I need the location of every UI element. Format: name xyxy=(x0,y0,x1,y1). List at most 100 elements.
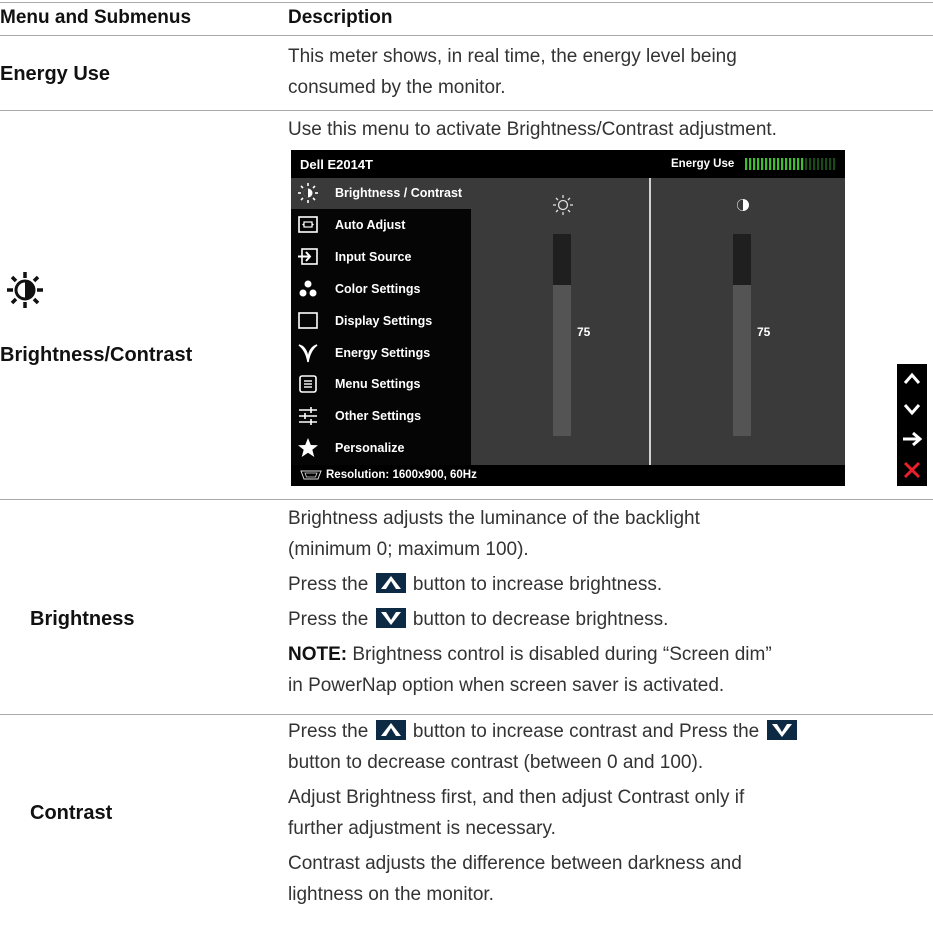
osd-menu-item-label: Menu Settings xyxy=(335,377,421,392)
brightness-contrast-icon xyxy=(5,270,45,310)
star-icon xyxy=(296,437,320,459)
osd-menu-item-label: Personalize xyxy=(335,441,405,456)
right-arrow-button[interactable] xyxy=(897,424,927,454)
note-text-1: Brightness control is disabled during “S… xyxy=(347,644,772,665)
other-settings-icon xyxy=(296,405,320,427)
energy-meter-bar xyxy=(813,158,816,170)
osd-menu-item-brightness-contrast[interactable]: Brightness / Contrast xyxy=(291,178,471,209)
energy-use-desc-line1: This meter shows, in real time, the ener… xyxy=(288,46,737,67)
brightness-slider[interactable] xyxy=(553,234,571,436)
contrast-p2-line1: Adjust Brightness first, and then adjust… xyxy=(288,787,745,808)
display-settings-icon xyxy=(296,310,320,332)
energy-meter-bar xyxy=(829,158,832,170)
contrast-p1-mid: button to increase contrast and Press th… xyxy=(412,721,760,742)
osd-model-name: Dell E2014T xyxy=(300,157,373,172)
osd-menu-item-label: Input Source xyxy=(335,249,412,264)
down-arrow-icon xyxy=(903,404,921,416)
column-header-menu: Menu and Submenus xyxy=(0,7,192,28)
osd-menu-item-label: Energy Settings xyxy=(335,345,431,360)
osd-menu-item-menu-settings[interactable]: Menu Settings xyxy=(291,369,471,400)
osd-footer: Resolution: 1600x900, 60Hz xyxy=(291,465,845,486)
energy-meter-bar xyxy=(793,158,796,170)
energy-meter-bar xyxy=(777,158,780,170)
energy-settings-icon xyxy=(296,342,320,364)
row-rule-energy xyxy=(0,110,933,111)
column-header-description: Description xyxy=(288,7,393,28)
contrast-p2-line2: further adjustment is necessary. xyxy=(288,818,556,839)
brightness-p2: Press the button to increase brightness. xyxy=(288,569,933,600)
energy-meter-bar xyxy=(789,158,792,170)
up-arrow-button[interactable] xyxy=(897,364,927,394)
row-label-energy-use: Energy Use xyxy=(0,63,111,85)
exit-button[interactable] xyxy=(897,454,927,486)
contrast-value: 75 xyxy=(757,325,771,339)
row-label-brightness-contrast: Brightness/Contrast xyxy=(0,344,193,366)
osd-menu-item-other-settings[interactable]: Other Settings xyxy=(291,401,471,432)
osd-contrast-panel: 75 xyxy=(651,178,845,465)
osd-menu-item-label: Brightness / Contrast xyxy=(335,186,463,200)
energy-meter-bar xyxy=(817,158,820,170)
energy-meter-bar xyxy=(797,158,800,170)
down-arrow-button[interactable] xyxy=(897,394,927,424)
contrast-p1-line2: button to decrease contrast (between 0 a… xyxy=(288,752,704,773)
row-rule-brightness-contrast xyxy=(0,499,933,500)
header-rule xyxy=(0,35,933,36)
down-button-icon xyxy=(375,608,406,628)
monitor-connector-icon xyxy=(300,470,322,480)
osd-energy-label: Energy Use xyxy=(671,158,735,170)
contrast-slider-empty xyxy=(733,234,751,285)
brightness-description: Brightness adjusts the luminance of the … xyxy=(288,503,933,701)
energy-meter-bar xyxy=(749,158,752,170)
contrast-slider[interactable] xyxy=(733,234,751,436)
contrast-p3-line2: lightness on the monitor. xyxy=(288,884,494,905)
energy-meter-bar xyxy=(833,158,836,170)
osd-title-bar: Dell E2014T Energy Use xyxy=(291,150,845,178)
osd-menu-item-display-settings[interactable]: Display Settings xyxy=(291,306,471,337)
energy-meter-bar xyxy=(821,158,824,170)
up-arrow-icon xyxy=(903,372,921,384)
input-source-icon xyxy=(296,246,320,268)
energy-use-desc-line2: consumed by the monitor. xyxy=(288,77,506,98)
contrast-p1-pre: Press the xyxy=(288,721,369,742)
sun-icon xyxy=(296,182,320,204)
osd-menu-item-label: Other Settings xyxy=(335,409,422,424)
energy-meter-bar xyxy=(765,158,768,170)
brightness-note-line2: in PowerNap option when screen saver is … xyxy=(288,675,725,696)
down-button-icon-2 xyxy=(766,720,797,740)
osd-menu-item-label: Display Settings xyxy=(335,313,433,328)
sun-icon xyxy=(553,195,573,215)
right-arrow-icon xyxy=(903,431,923,447)
brightness-p1-line2: (minimum 0; maximum 100). xyxy=(288,539,529,560)
row-label-brightness: Brightness xyxy=(30,608,135,630)
note-label: NOTE: xyxy=(288,644,348,665)
energy-meter-bar xyxy=(769,158,772,170)
osd-menu-item-label: Color Settings xyxy=(335,281,421,296)
osd-menu-item-personalize[interactable]: Personalize xyxy=(291,433,471,464)
energy-meter-bar xyxy=(825,158,828,170)
brightness-value: 75 xyxy=(577,325,591,339)
osd-menu-item-color-settings[interactable]: Color Settings xyxy=(291,274,471,305)
osd-menu-item-energy-settings[interactable]: Energy Settings xyxy=(291,338,471,369)
osd-menu-item-label: Auto Adjust xyxy=(335,217,406,232)
energy-meter-bar xyxy=(781,158,784,170)
brightness-slider-empty xyxy=(553,234,571,285)
energy-meter-bar xyxy=(809,158,812,170)
brightness-p3-post: button to decrease brightness. xyxy=(412,609,669,630)
brightness-p3: Press the button to decrease brightness. xyxy=(288,604,933,635)
contrast-icon xyxy=(737,199,749,211)
contrast-p1-line1: Press the button to increase contrast an… xyxy=(288,716,933,747)
osd-resolution-text: Resolution: 1600x900, 60Hz xyxy=(326,469,477,481)
osd-menu-item-auto-adjust[interactable]: Auto Adjust xyxy=(291,210,471,241)
color-settings-icon xyxy=(296,278,320,300)
brightness-p3-pre: Press the xyxy=(288,609,369,630)
energy-meter-bar xyxy=(757,158,760,170)
menu-settings-icon xyxy=(296,373,320,395)
osd-menu-screenshot: Dell E2014T Energy Use Brightness / Cont… xyxy=(291,150,845,486)
energy-use-meter xyxy=(745,158,836,170)
energy-meter-bar xyxy=(753,158,756,170)
osd-menu-item-input-source[interactable]: Input Source xyxy=(291,242,471,273)
energy-meter-bar xyxy=(761,158,764,170)
brightness-note-line1: NOTE: Brightness control is disabled dur… xyxy=(288,639,933,670)
row-label-contrast: Contrast xyxy=(30,802,113,824)
row-rule-brightness xyxy=(0,714,933,715)
